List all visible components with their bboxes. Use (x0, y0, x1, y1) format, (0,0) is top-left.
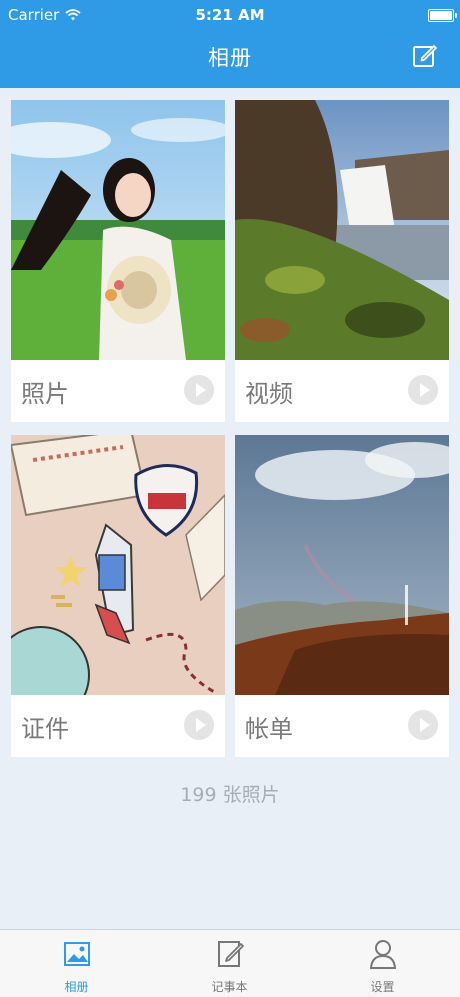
album-label: 证件 (21, 715, 69, 743)
play-circle-icon[interactable] (407, 709, 439, 741)
album-card-bills[interactable]: 帐单 (235, 435, 449, 757)
status-bar: Carrier 5:21 AM (0, 0, 460, 30)
photo-count: 199 张照片 (180, 784, 280, 806)
album-label: 视频 (245, 380, 293, 408)
album-label: 帐单 (245, 715, 293, 743)
tab-album[interactable]: 相册 (0, 930, 153, 997)
album-thumbnail-bills (235, 435, 449, 695)
play-circle-icon[interactable] (407, 374, 439, 406)
album-thumbnail-documents (11, 435, 225, 695)
play-circle-icon[interactable] (183, 709, 215, 741)
play-circle-icon[interactable] (183, 374, 215, 406)
album-card-videos[interactable]: 视频 (235, 100, 449, 422)
tab-bar: 相册 记事本 设置 (0, 929, 460, 997)
status-time: 5:21 AM (195, 6, 265, 24)
compose-icon[interactable] (412, 42, 438, 68)
tab-label: 记事本 (211, 980, 248, 994)
page-title: 相册 (208, 46, 252, 70)
header: Carrier 5:21 AM 相册 (0, 0, 460, 88)
tab-label: 相册 (64, 980, 89, 994)
album-thumbnail-videos (235, 100, 449, 360)
tab-settings[interactable]: 设置 (306, 930, 459, 997)
person-icon (369, 940, 396, 969)
notepad-icon (217, 941, 244, 967)
tab-label: 设置 (370, 980, 395, 994)
photo-icon (63, 942, 90, 966)
battery-icon (428, 9, 457, 22)
album-card-photos[interactable]: 照片 (11, 100, 225, 422)
album-card-documents[interactable]: 证件 (11, 435, 225, 757)
album-grid: 照片 视频 证件 帐单 (11, 100, 449, 760)
album-thumbnail-photos (11, 100, 225, 360)
album-label: 照片 (21, 380, 69, 408)
tab-notepad[interactable]: 记事本 (153, 930, 306, 997)
